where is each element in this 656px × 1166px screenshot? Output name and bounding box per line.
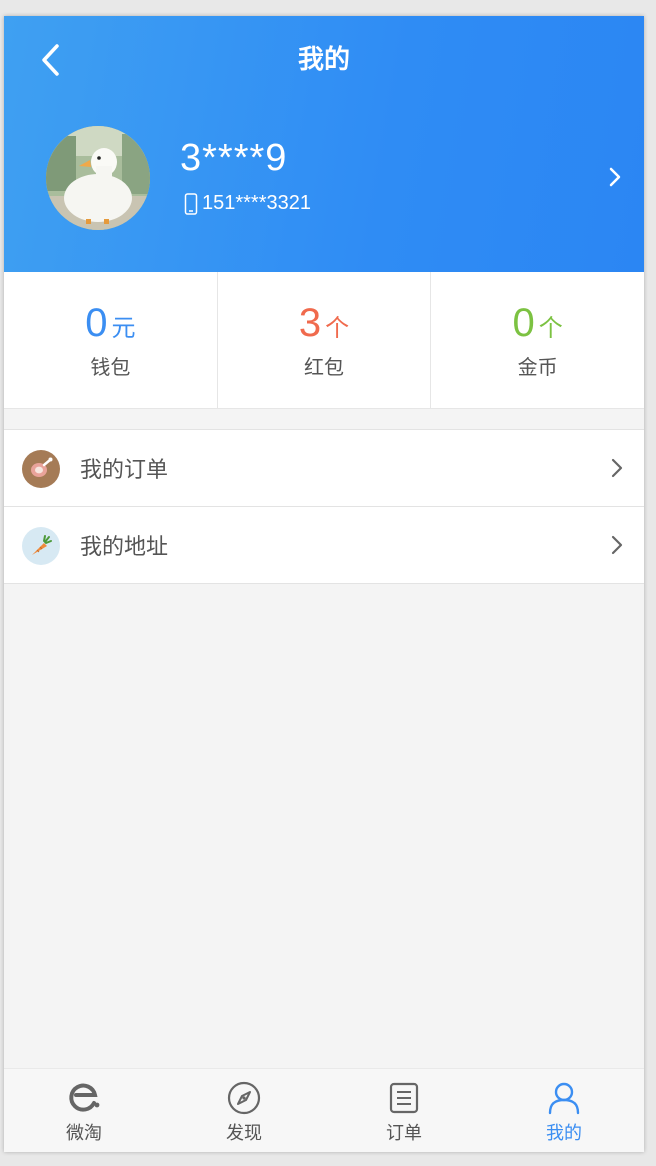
coins-unit: 个 bbox=[538, 313, 563, 342]
wallet-unit: 元 bbox=[111, 313, 136, 342]
profile-row[interactable]: 3****9 151****3321 bbox=[4, 126, 644, 230]
mobile-phone-icon bbox=[184, 192, 198, 215]
chevron-right-icon bbox=[609, 167, 621, 187]
wallet-value: 0 bbox=[85, 300, 108, 345]
profile-header: 我的 3****9 151****3321 bbox=[4, 16, 644, 272]
tab-label-weitao: 微淘 bbox=[66, 1123, 102, 1144]
app-screen: 我的 3****9 151****3321 0 元 钱包 3 个 红包 0 个 … bbox=[4, 16, 644, 1152]
ham-icon bbox=[22, 450, 60, 488]
coins-label: 金币 bbox=[517, 354, 558, 379]
bottom-tab-bar: 微淘 发现 订单 我的 bbox=[4, 1068, 644, 1152]
tab-label-discover: 发现 bbox=[226, 1123, 262, 1144]
phone-number: 151****3321 bbox=[202, 192, 311, 214]
phone-number-row: 151****3321 bbox=[184, 192, 311, 215]
wallet-label: 钱包 bbox=[90, 354, 131, 379]
page-title: 我的 bbox=[297, 45, 350, 75]
wallet-stat[interactable]: 0 元 钱包 bbox=[4, 272, 218, 408]
chevron-right-icon bbox=[611, 535, 623, 555]
menu-list: 我的订单 我的地址 bbox=[4, 429, 644, 584]
tab-mine[interactable]: 我的 bbox=[484, 1069, 644, 1152]
tab-label-mine: 我的 bbox=[546, 1123, 582, 1144]
avatar[interactable] bbox=[46, 126, 150, 230]
duck-avatar-image bbox=[46, 126, 150, 230]
tab-orders[interactable]: 订单 bbox=[324, 1069, 484, 1152]
username: 3****9 bbox=[180, 137, 288, 179]
user-icon bbox=[548, 1082, 580, 1115]
compass-icon bbox=[227, 1081, 261, 1115]
tab-discover[interactable]: 发现 bbox=[164, 1069, 324, 1152]
menu-item-my-orders[interactable]: 我的订单 bbox=[4, 430, 644, 507]
red-packet-label: 红包 bbox=[304, 354, 344, 379]
red-packet-value: 3 bbox=[298, 300, 322, 345]
red-packet-stat[interactable]: 3 个 红包 bbox=[218, 272, 432, 408]
assets-summary: 0 元 钱包 3 个 红包 0 个 金币 bbox=[4, 272, 644, 409]
menu-label-my-address: 我的地址 bbox=[80, 535, 169, 560]
tab-weitao[interactable]: 微淘 bbox=[4, 1069, 164, 1152]
order-list-icon bbox=[389, 1082, 419, 1114]
coins-value: 0 bbox=[512, 300, 535, 345]
chevron-right-icon bbox=[611, 458, 623, 478]
carrot-icon bbox=[22, 527, 60, 565]
tab-label-orders: 订单 bbox=[386, 1123, 422, 1144]
red-packet-unit: 个 bbox=[325, 313, 350, 342]
menu-label-my-orders: 我的订单 bbox=[80, 458, 169, 483]
menu-item-my-address[interactable]: 我的地址 bbox=[4, 507, 644, 584]
e-logo-icon bbox=[69, 1083, 100, 1112]
coins-stat[interactable]: 0 个 金币 bbox=[431, 272, 644, 408]
